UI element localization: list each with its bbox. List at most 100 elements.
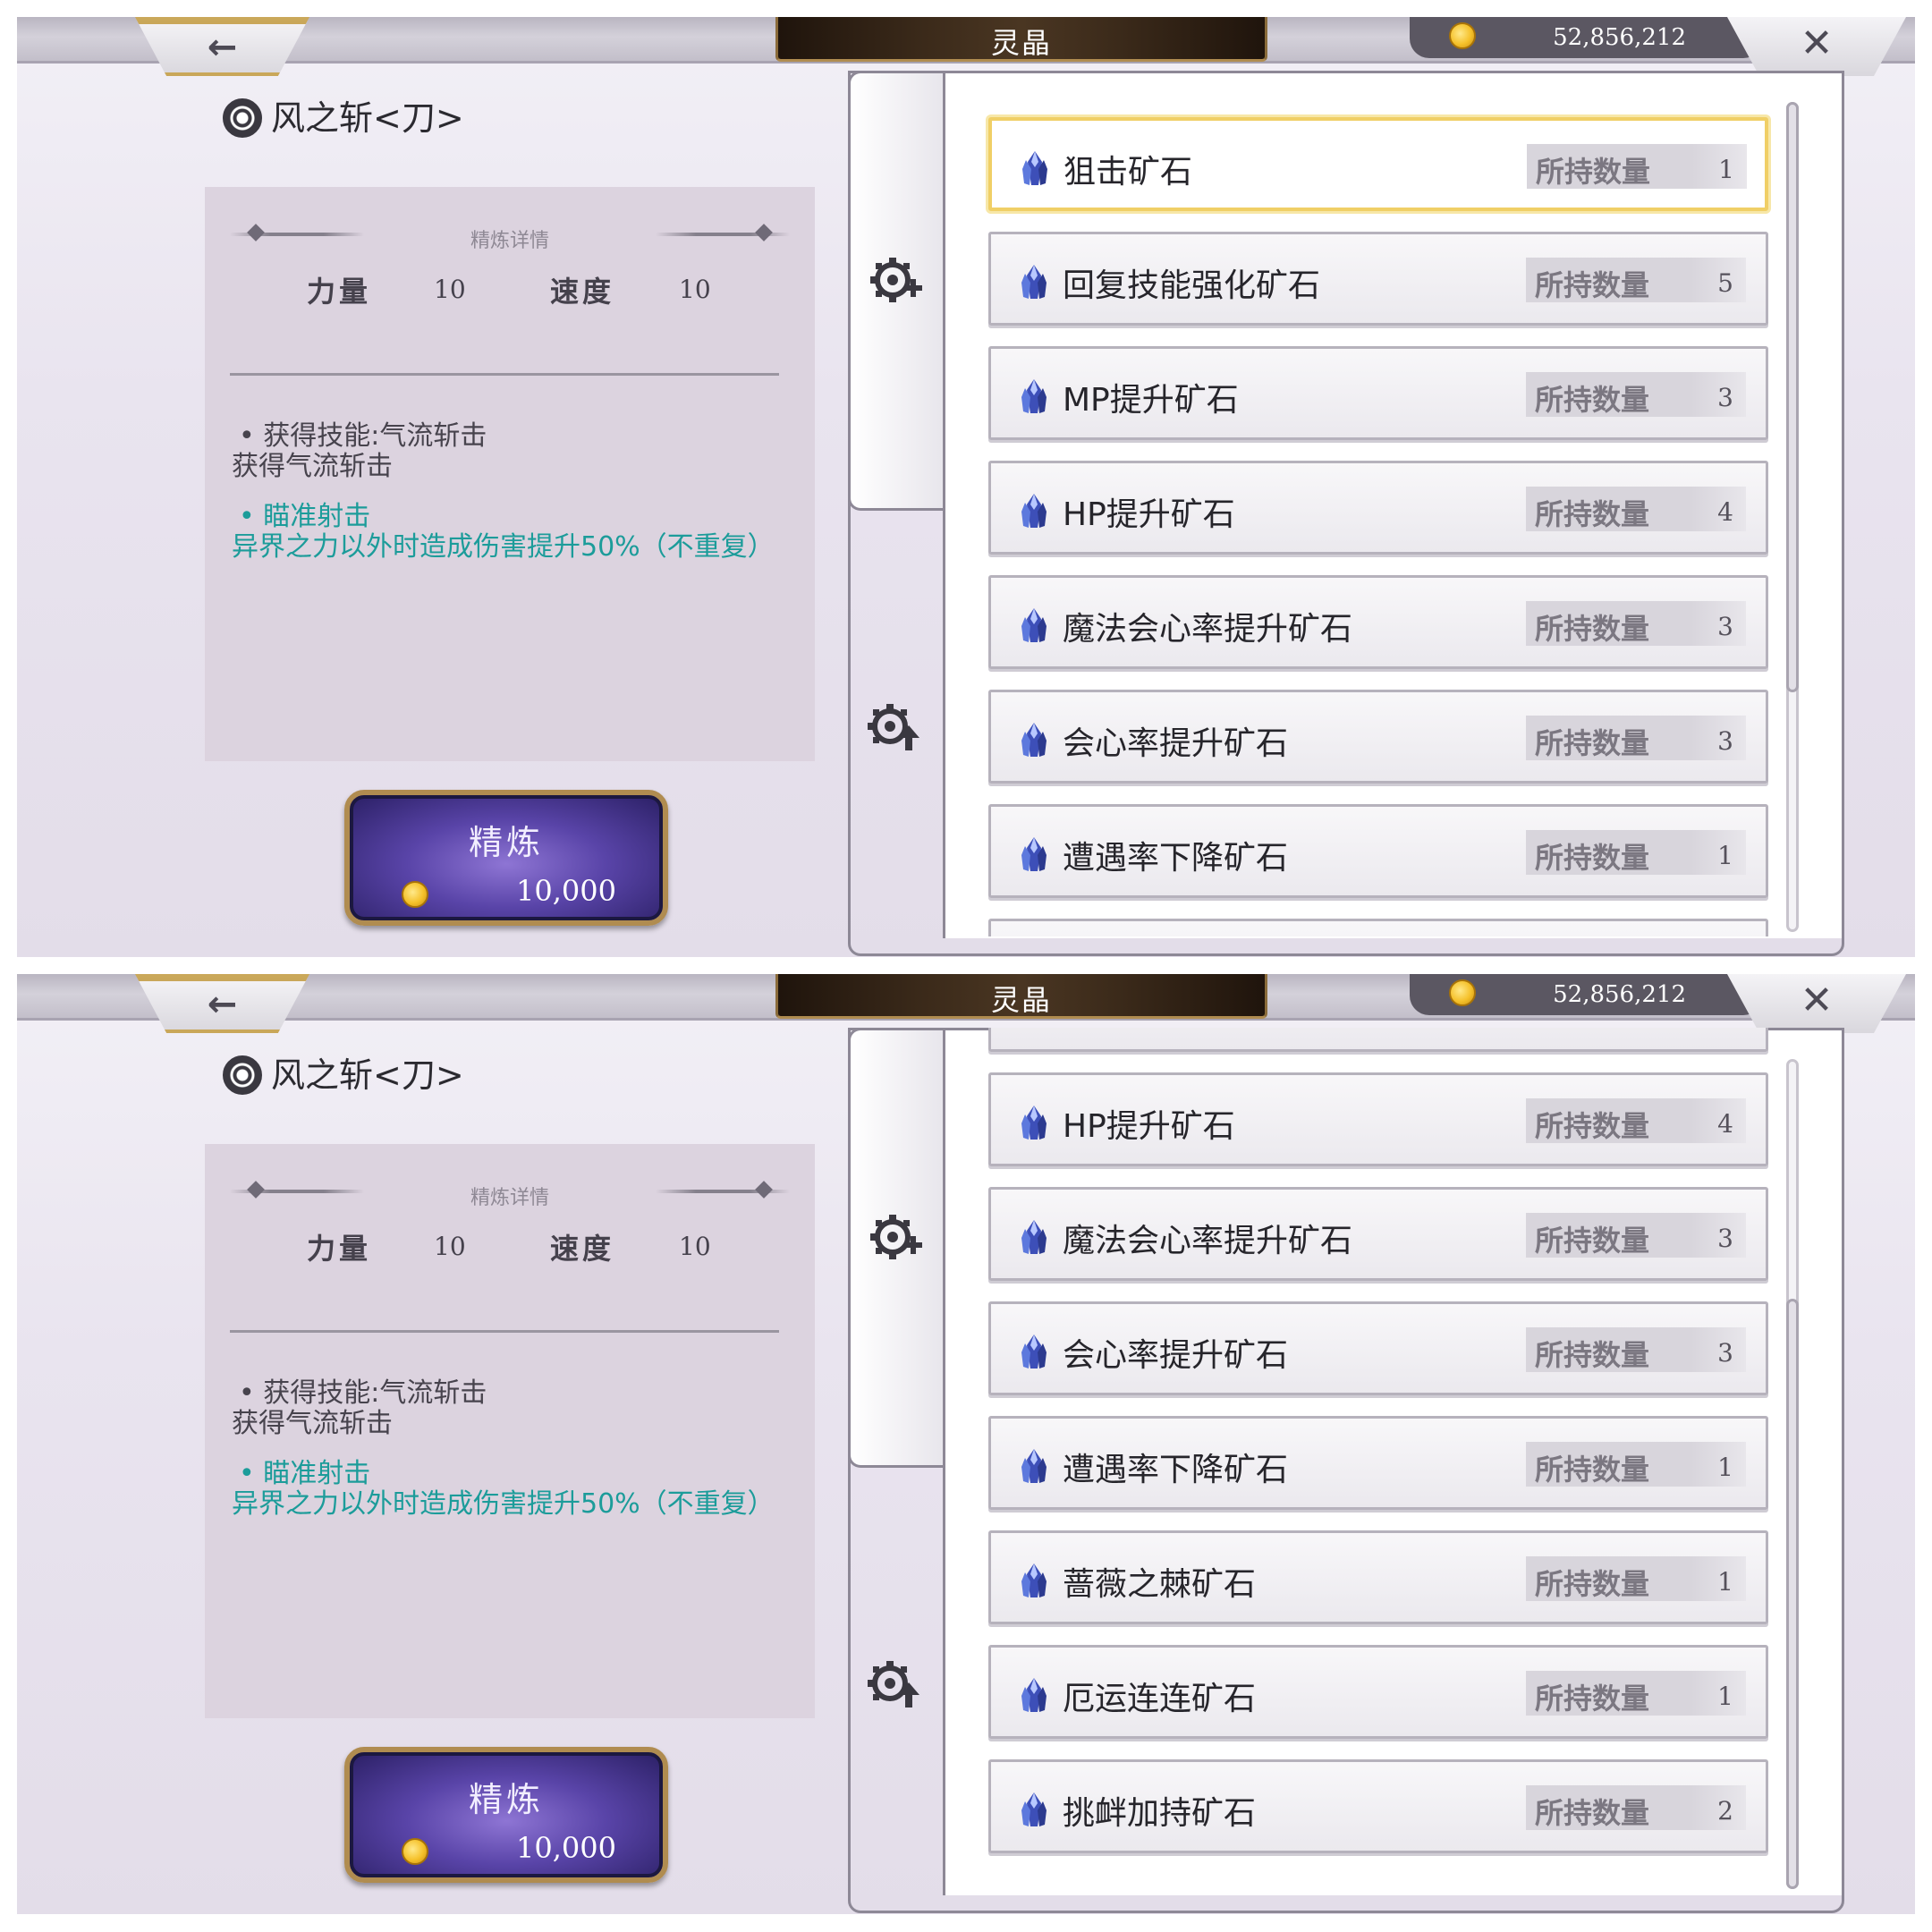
ore-list-item[interactable]: 狙击矿石 所持数量 1 bbox=[988, 117, 1768, 211]
weapon-title: 风之斩<刀> bbox=[223, 1053, 464, 1097]
ore-crystal-icon bbox=[1018, 1447, 1050, 1487]
quantity-badge: 所持数量 3 bbox=[1526, 372, 1746, 417]
quantity-badge: 所持数量 1 bbox=[1526, 1556, 1746, 1601]
ore-name: 回复技能强化矿石 bbox=[1063, 267, 1321, 304]
tab-refine[interactable] bbox=[848, 1028, 943, 1468]
close-icon: ✕ bbox=[1800, 978, 1834, 1023]
quantity-badge: 所持数量 3 bbox=[1526, 716, 1746, 760]
ore-crystal-icon bbox=[1018, 492, 1050, 531]
quantity-value: 1 bbox=[1718, 155, 1734, 184]
ore-crystal-icon bbox=[1018, 721, 1050, 760]
ore-name: MP提升矿石 bbox=[1063, 382, 1239, 419]
ore-name: 遭遇率下降矿石 bbox=[1063, 1452, 1289, 1488]
ore-name: 遭遇率下降矿石 bbox=[1063, 840, 1289, 877]
title-plate: 灵晶 bbox=[775, 974, 1267, 1019]
ore-name: 厄运连连矿石 bbox=[1063, 1681, 1257, 1717]
refine-cost: 10,000 bbox=[516, 1831, 616, 1865]
effect-title: • 瞄准射击 bbox=[239, 501, 371, 532]
ore-list-item-partial[interactable] bbox=[988, 919, 1768, 936]
back-button[interactable]: ← bbox=[135, 974, 309, 1033]
ore-list[interactable]: 狙击矿石 所持数量 1 回复技能强化矿石 所持数量 5 MP提升矿石 所持数量 3 HP提升矿石所… bbox=[964, 71, 1787, 936]
ore-list-item[interactable]: 会心率提升矿石 所持数量 3 bbox=[988, 1301, 1768, 1395]
ore-list-item[interactable]: 遭遇率下降矿石 所持数量 1 bbox=[988, 804, 1768, 898]
close-button[interactable]: ✕ bbox=[1727, 17, 1906, 76]
ore-list-item[interactable]: 魔法会心率提升矿石 所持数量 3 bbox=[988, 1187, 1768, 1281]
scrollbar-thumb[interactable] bbox=[1786, 102, 1799, 692]
effect-desc: 获得气流斩击 bbox=[232, 451, 393, 482]
refine-screen: ← 灵晶 52,856,212 ✕ 风之斩<刀> 精炼详情 力量 10 速度 1… bbox=[17, 17, 1915, 957]
refine-label: 精炼 bbox=[468, 823, 544, 862]
refine-detail-panel: 精炼详情 力量 10 速度 10 • 获得技能:气流斩击 获得气流斩击 • 瞄准… bbox=[205, 1144, 815, 1718]
quantity-value: 5 bbox=[1717, 268, 1733, 298]
refine-button[interactable]: 精炼 10,000 bbox=[344, 1747, 668, 1883]
quantity-value: 1 bbox=[1717, 841, 1733, 870]
ore-crystal-icon bbox=[1018, 606, 1050, 646]
ore-list-item-partial[interactable] bbox=[988, 1028, 1768, 1052]
quantity-label: 所持数量 bbox=[1535, 1224, 1650, 1258]
scrollbar[interactable] bbox=[1786, 102, 1799, 932]
effect-skill: • 获得技能:气流斩击 获得气流斩击 bbox=[232, 421, 772, 482]
gear-upgrade-icon bbox=[868, 1661, 919, 1707]
quantity-value: 3 bbox=[1717, 1338, 1733, 1368]
ore-list-item[interactable]: 遭遇率下降矿石 所持数量 1 bbox=[988, 1416, 1768, 1510]
stat-label-power: 力量 bbox=[307, 1232, 372, 1266]
scrollbar-thumb[interactable] bbox=[1786, 1299, 1799, 1889]
tab-upgrade[interactable] bbox=[866, 1656, 921, 1711]
back-button[interactable]: ← bbox=[135, 17, 309, 76]
ore-crystal-icon bbox=[1018, 377, 1050, 417]
refine-screen: ← 灵晶 52,856,212 ✕ 风之斩<刀> 精炼详情 力量 10 速度 1… bbox=[17, 974, 1915, 1914]
ore-list-item[interactable]: HP提升矿石 所持数量 4 bbox=[988, 1072, 1768, 1166]
gold-coin-icon bbox=[1449, 979, 1476, 1006]
ore-list-item[interactable]: 蔷薇之棘矿石 所持数量 1 bbox=[988, 1530, 1768, 1624]
ore-crystal-icon bbox=[1018, 1676, 1050, 1716]
quantity-label: 所持数量 bbox=[1535, 383, 1650, 417]
currency-amount: 52,856,212 bbox=[1553, 981, 1686, 1008]
quantity-value: 1 bbox=[1717, 1453, 1733, 1482]
quantity-value: 1 bbox=[1717, 1682, 1733, 1711]
ore-crystal-icon bbox=[1018, 1562, 1050, 1601]
scrollbar[interactable] bbox=[1786, 1059, 1799, 1889]
ore-list-item[interactable]: HP提升矿石 所持数量 4 bbox=[988, 461, 1768, 555]
effect-desc: 异界之力以外时造成伤害提升50%（不重复） bbox=[232, 1488, 775, 1520]
quantity-label: 所持数量 bbox=[1535, 1338, 1650, 1372]
quantity-badge: 所持数量 1 bbox=[1526, 830, 1746, 875]
ore-list-item[interactable]: 魔法会心率提升矿石 所持数量 3 bbox=[988, 575, 1768, 669]
ore-list-item[interactable]: 会心率提升矿石 所持数量 3 bbox=[988, 690, 1768, 784]
quantity-value: 2 bbox=[1717, 1796, 1733, 1826]
gear-add-icon bbox=[869, 1209, 924, 1265]
ore-name: 魔法会心率提升矿石 bbox=[1063, 1223, 1353, 1259]
ore-name: 蔷薇之棘矿石 bbox=[1063, 1566, 1257, 1603]
ore-list-item[interactable]: 挑衅加持矿石 所持数量 2 bbox=[988, 1759, 1768, 1853]
effect-title: • 瞄准射击 bbox=[239, 1458, 371, 1489]
currency-display: 52,856,212 bbox=[1410, 974, 1763, 1015]
effect-skill: • 获得技能:气流斩击 获得气流斩击 bbox=[232, 1378, 772, 1439]
ore-list-item[interactable]: 回复技能强化矿石 所持数量 5 bbox=[988, 232, 1768, 326]
ore-name: HP提升矿石 bbox=[1063, 496, 1235, 533]
quantity-badge: 所持数量 3 bbox=[1526, 1213, 1746, 1258]
close-button[interactable]: ✕ bbox=[1727, 974, 1906, 1033]
quantity-badge: 所持数量 1 bbox=[1526, 1671, 1746, 1716]
quantity-value: 1 bbox=[1717, 1567, 1733, 1597]
stat-label-speed: 速度 bbox=[550, 1232, 615, 1266]
currency-amount: 52,856,212 bbox=[1553, 24, 1686, 51]
effect-aim: • 瞄准射击 异界之力以外时造成伤害提升50%（不重复） bbox=[232, 501, 775, 563]
stat-value-speed: 10 bbox=[679, 275, 711, 304]
ore-list[interactable]: HP提升矿石 所持数量 4 魔法会心率提升矿石 所持数量 3 会心率提升矿石 所持数量 3 遭遇率… bbox=[964, 1028, 1787, 1894]
ore-crystal-icon bbox=[1018, 1104, 1050, 1143]
ore-name: 狙击矿石 bbox=[1063, 154, 1193, 191]
ore-list-item[interactable]: 厄运连连矿石 所持数量 1 bbox=[988, 1645, 1768, 1739]
ore-list-item[interactable]: MP提升矿石 所持数量 3 bbox=[988, 346, 1768, 440]
tab-refine[interactable] bbox=[848, 71, 943, 511]
refine-button[interactable]: 精炼 10,000 bbox=[344, 790, 668, 926]
back-arrow-icon: ← bbox=[207, 984, 238, 1025]
detail-header: 精炼详情 bbox=[470, 1187, 549, 1209]
effect-title: • 获得技能:气流斩击 bbox=[239, 420, 487, 452]
stat-value-power: 10 bbox=[434, 1232, 466, 1261]
gold-coin-icon bbox=[402, 881, 428, 908]
tab-upgrade[interactable] bbox=[866, 699, 921, 754]
divider bbox=[230, 373, 779, 376]
currency-display: 52,856,212 bbox=[1410, 17, 1763, 58]
close-icon: ✕ bbox=[1800, 21, 1834, 66]
quantity-badge: 所持数量 4 bbox=[1526, 1098, 1746, 1143]
ore-name: 会心率提升矿石 bbox=[1063, 1337, 1289, 1374]
